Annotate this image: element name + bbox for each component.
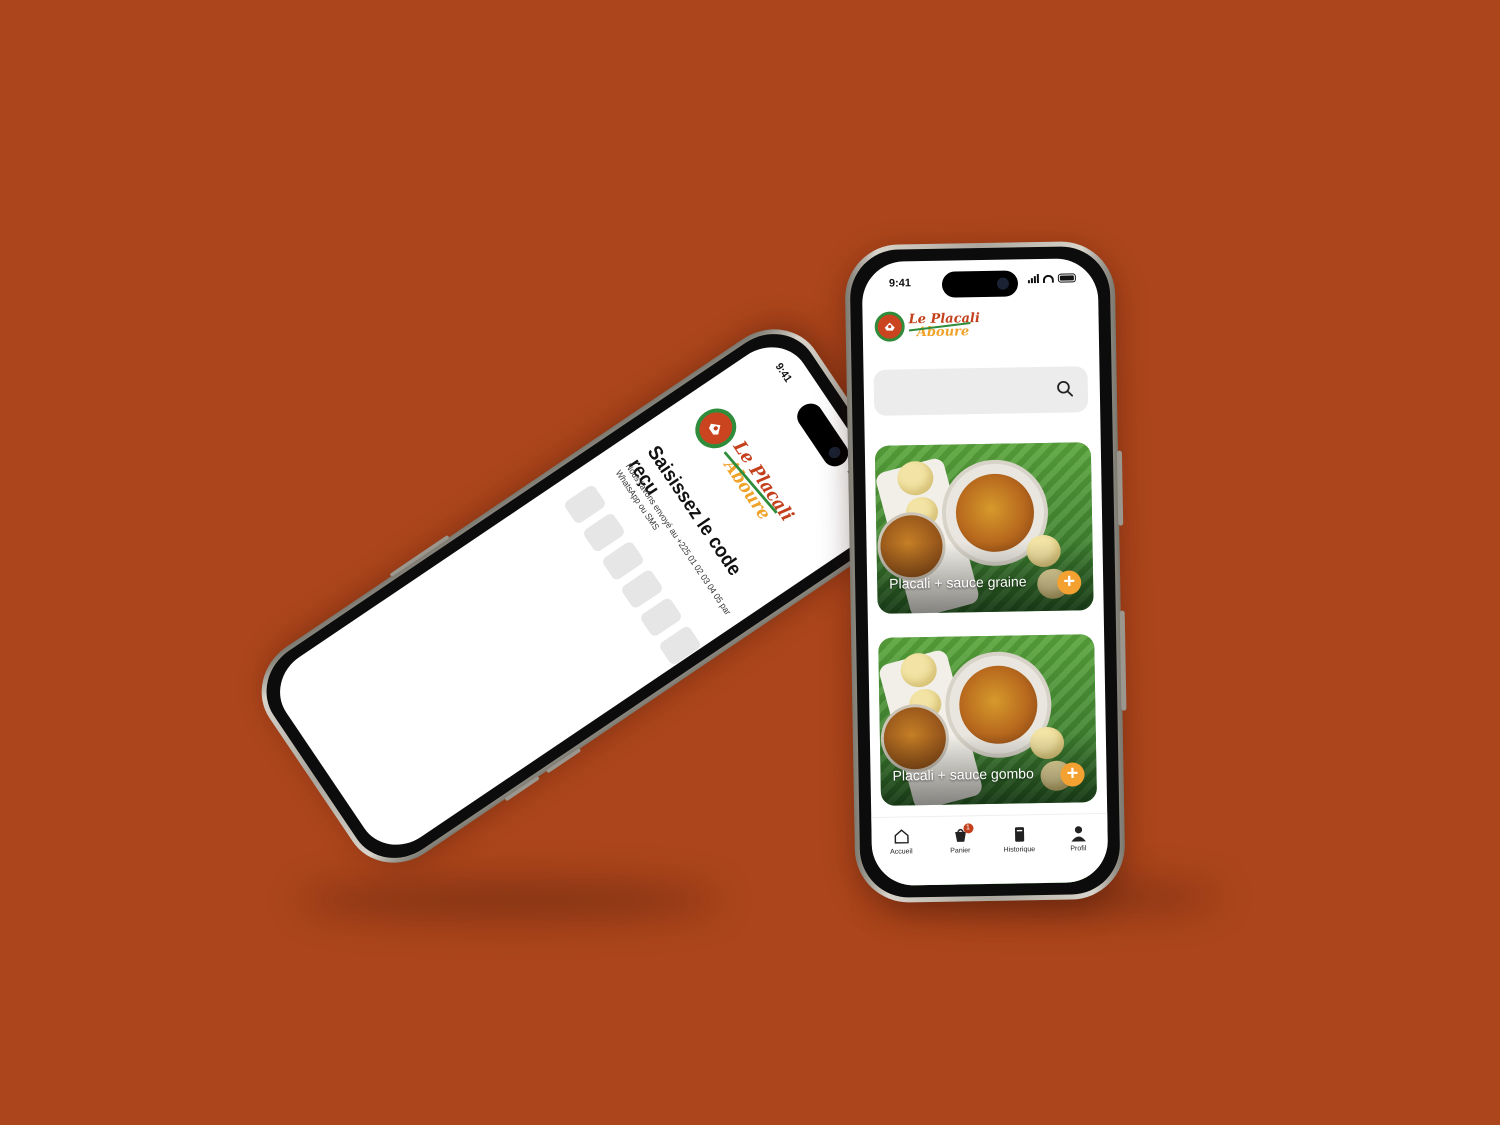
wifi-icon: [1042, 274, 1054, 283]
tab-historique[interactable]: Historique: [994, 825, 1044, 854]
tab-label: Profil: [1070, 845, 1087, 853]
bezel: 9:41 Le Placali Aboure Placali + sauce g…: [849, 245, 1121, 899]
otp-screen: 9:41 Le Placali Aboure Saisissez le code…: [264, 331, 904, 861]
tab-panier[interactable]: 1 Panier: [935, 823, 985, 855]
logo-text: Le Placali Aboure: [908, 311, 980, 340]
status-time: 9:41: [888, 277, 912, 290]
dynamic-island: [792, 398, 854, 472]
signal-icon: [1027, 274, 1039, 284]
brand-logo: Le Placali Aboure: [874, 310, 980, 342]
tab-accueil[interactable]: Accueil: [876, 827, 926, 856]
battery-icon: [1057, 273, 1076, 283]
search-icon[interactable]: [1056, 379, 1074, 397]
logo-icon: [874, 311, 905, 342]
left-phone-shadow: [300, 880, 720, 920]
bottom-tab-bar: Accueil 1 Panier Historique Profil: [871, 812, 1109, 887]
tab-label: Panier: [950, 847, 971, 855]
status-icons: [1027, 273, 1076, 284]
status-time: 9:41: [772, 361, 794, 385]
product-name: Placali + sauce gombo: [892, 765, 1034, 784]
tab-profil[interactable]: Profil: [1053, 824, 1103, 853]
otp-digit-input[interactable]: [657, 624, 703, 667]
cart-badge: 1: [962, 823, 974, 834]
tab-label: Historique: [1003, 846, 1036, 854]
history-icon: [1014, 827, 1024, 842]
camera-icon: [996, 277, 1010, 290]
right-phone: 9:41 Le Placali Aboure Placali + sauce g…: [844, 240, 1127, 904]
tab-label: Accueil: [890, 848, 913, 856]
side-button: [1119, 610, 1127, 711]
left-phone: 9:41 Le Placali Aboure Saisissez le code…: [241, 309, 927, 883]
profile-icon: [1071, 826, 1086, 842]
home-screen: 9:41 Le Placali Aboure Placali + sauce g…: [861, 257, 1109, 887]
bezel: 9:41 Le Placali Aboure Saisissez le code…: [248, 315, 920, 877]
product-name: Placali + sauce graine: [889, 573, 1027, 592]
side-button: [1116, 450, 1124, 526]
search-bar[interactable]: [873, 366, 1089, 416]
camera-icon: [826, 444, 843, 461]
home-icon: [894, 829, 909, 844]
product-card[interactable]: Placali + sauce gombo +: [878, 634, 1098, 806]
product-card[interactable]: Placali + sauce graine +: [874, 442, 1094, 614]
logo-text: Le Placali Aboure: [714, 438, 797, 534]
dynamic-island: [941, 270, 1019, 298]
